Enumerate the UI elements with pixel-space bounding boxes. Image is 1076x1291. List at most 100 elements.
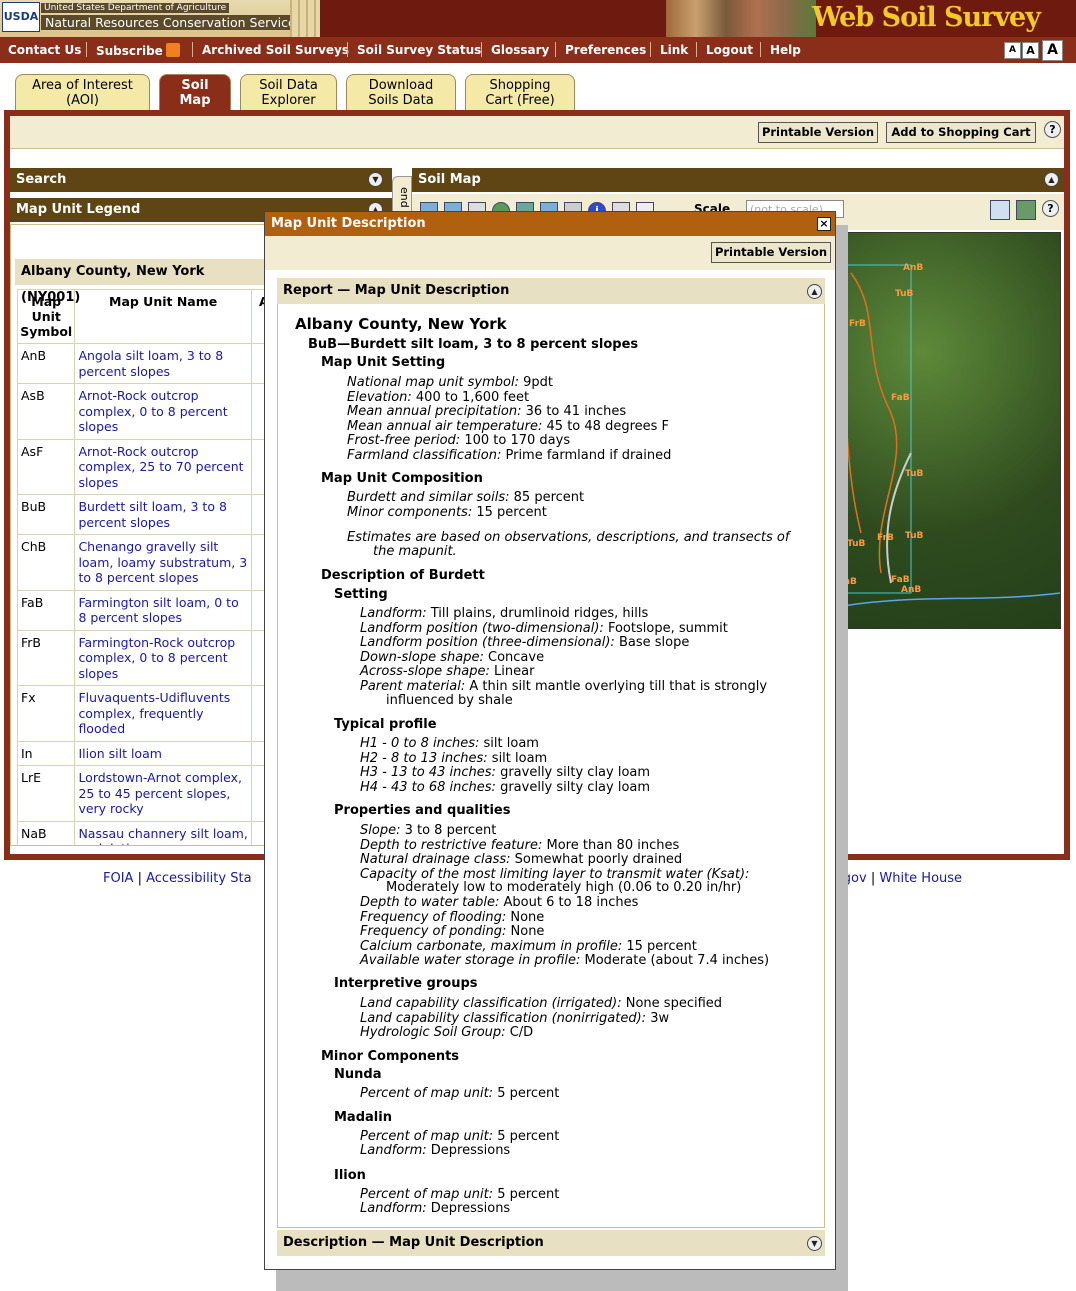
printable-version-button[interactable]: Printable Version (711, 242, 831, 263)
tab-download-soils-data[interactable]: Download Soils Data (346, 74, 456, 110)
report-line: Percent of map unit: 5 percent (360, 1187, 559, 1202)
site-header: USDA United States Department of Agricul… (0, 0, 1076, 37)
report-text: 5 percent (497, 1129, 560, 1144)
usda-logo[interactable]: USDA (2, 2, 40, 32)
map-unit-symbol: FaB (16, 589, 76, 631)
section-heading: Map Unit Composition (321, 471, 483, 486)
nav-soil-survey-status[interactable]: Soil Survey Status (357, 43, 481, 57)
expand-icon[interactable]: ▼ (368, 172, 383, 187)
map-unit-name-link[interactable]: Arnot-Rock outcrop complex, 25 to 70 per… (78, 444, 243, 490)
nav-archived-soil-surveys[interactable]: Archived Soil Surveys (202, 43, 349, 57)
nav-help[interactable]: Help (770, 43, 801, 57)
report-text: None (510, 909, 545, 925)
report-line: Farmland classification: Prime farmland … (347, 448, 671, 463)
footer-link-accessibility[interactable]: Accessibility Sta (146, 871, 251, 886)
legend-toggle-icon[interactable] (990, 200, 1010, 220)
map-unit-name-link[interactable]: Lordstown-Arnot complex, 25 to 45 percen… (78, 770, 242, 816)
close-icon[interactable]: × (817, 217, 831, 231)
report-text: Natural drainage class: (360, 852, 511, 867)
collapse-icon[interactable]: ▲ (1044, 172, 1059, 187)
map-unit-symbol: AsF (16, 438, 76, 495)
font-size-large-button[interactable]: A (1042, 40, 1063, 61)
printable-version-button[interactable]: Printable Version (758, 122, 878, 143)
report-text: H4 - 43 to 68 inches: (360, 779, 496, 795)
tab-shopping-cart[interactable]: Shopping Cart (Free) (465, 74, 575, 110)
footer-link-white-house[interactable]: White House (879, 871, 962, 886)
tab-label: Soils Data (368, 93, 434, 108)
tab-label: Soil (181, 78, 209, 93)
report-line: the mapunit. (373, 544, 457, 559)
subsection-heading: Typical profile (334, 717, 437, 732)
soil-map-image[interactable]: AnB TuB FrB FaB TuB TuB FrB TuB ChB FaB … (830, 232, 1061, 629)
map-unit-name-link[interactable]: Nassau channery silt loam, undulating (78, 826, 247, 846)
report-line: Mean annual air temperature: 45 to 48 de… (347, 419, 669, 434)
font-size-small-button[interactable]: A (1004, 42, 1021, 59)
map-label: TuB (895, 289, 914, 299)
search-panel-header[interactable]: Search ▼ (10, 168, 392, 192)
help-icon[interactable]: ? (1042, 200, 1059, 217)
report-text: 100 to 170 days (464, 433, 571, 448)
subsection-heading: Properties and qualities (334, 803, 511, 818)
map-layers-icon[interactable] (1016, 200, 1036, 220)
add-to-shopping-cart-button[interactable]: Add to Shopping Cart (886, 122, 1036, 143)
expand-icon[interactable]: ▼ (807, 1236, 822, 1251)
map-unit-title: BuB—Burdett silt loam, 3 to 8 percent sl… (308, 337, 639, 352)
map-unit-name-link[interactable]: Burdett silt loam, 3 to 8 percent slopes (78, 499, 226, 530)
report-text: Moderate (about 7.4 inches) (584, 953, 770, 968)
nav-subscribe[interactable]: Subscribe (96, 43, 180, 58)
nav-contact-us[interactable]: Contact Us (8, 43, 81, 57)
nav-preferences[interactable]: Preferences (565, 43, 646, 57)
description-section-header[interactable]: Description — Map Unit Description ▼ (277, 1230, 825, 1256)
nav-glossary[interactable]: Glossary (491, 43, 549, 57)
soil-map-panel-header[interactable]: Soil Map ▲ (412, 168, 1064, 192)
map-overlay (831, 264, 1060, 609)
map-unit-name-cell: Arnot-Rock outcrop complex, 0 to 8 perce… (74, 383, 252, 440)
nav-link[interactable]: Link (660, 43, 688, 57)
map-label: FrB (849, 319, 866, 329)
column-header-symbol[interactable]: Map Unit Symbol (16, 289, 76, 344)
report-text: 3 to 8 percent (404, 823, 497, 838)
tab-area-of-interest[interactable]: Area of Interest (AOI) (15, 74, 150, 110)
dialog-title-bar[interactable]: Map Unit Description × (265, 212, 835, 236)
report-text: 3w (650, 1010, 670, 1026)
report-line: Hydrologic Soil Group: C/D (360, 1025, 533, 1040)
report-text: None (510, 924, 545, 939)
report-section-header[interactable]: Report — Map Unit Description ▲ (277, 278, 825, 304)
report-text: silt loam (491, 750, 548, 766)
font-size-medium-button[interactable]: A (1022, 42, 1039, 59)
ruler-decoration (290, 0, 320, 37)
report-text: influenced by shale (386, 693, 513, 708)
footer-left: FOIA | Accessibility Sta (103, 871, 252, 886)
help-icon[interactable]: ? (1044, 121, 1061, 138)
table-row: NaBNassau channery silt loam, undulating (16, 820, 278, 846)
tab-soil-map[interactable]: Soil Map (159, 74, 231, 112)
map-unit-name-link[interactable]: Angola silt loam, 3 to 8 percent slopes (78, 348, 223, 379)
collapse-icon[interactable]: ▲ (807, 284, 822, 299)
nav-logout[interactable]: Logout (706, 43, 753, 57)
table-row: AsF Arnot-Rock outcrop complex, 25 to 70 … (16, 438, 278, 495)
report-section-title: Report — Map Unit Description (283, 283, 510, 298)
map-unit-name-cell: Farmington silt loam, 0 to 8 percent slo… (74, 589, 252, 631)
map-unit-symbol: BuB (16, 494, 76, 535)
column-header-name[interactable]: Map Unit Name (74, 289, 252, 344)
section-heading: Map Unit Composition (321, 471, 483, 486)
map-unit-description-dialog: Map Unit Description × Printable Version… (264, 211, 836, 1270)
tab-label: Shopping (489, 78, 551, 93)
map-unit-name-link[interactable]: Farmington-Rock outcrop complex, 0 to 8 … (78, 635, 235, 681)
rss-icon[interactable] (165, 43, 180, 57)
map-unit-name-link[interactable]: Arnot-Rock outcrop complex, 0 to 8 perce… (78, 388, 227, 434)
search-panel-title: Search (16, 172, 67, 187)
map-unit-name-link[interactable]: Fluvaquents-Udifluvents complex, frequen… (78, 690, 230, 736)
report-text: 15 percent (476, 504, 547, 520)
map-unit-name-link[interactable]: Ilion silt loam (78, 746, 161, 761)
footer-link-foia[interactable]: FOIA (103, 871, 133, 886)
soil-photo-strip (666, 0, 816, 37)
report-text: Percent of map unit: (360, 1086, 494, 1101)
map-unit-name-link[interactable]: Chenango gravelly silt loam, loamy subst… (78, 539, 247, 585)
report-line: Mean annual precipitation: 36 to 41 inch… (347, 404, 626, 419)
report-line: Estimates are based on observations, des… (347, 530, 789, 545)
legend-table: Map Unit Symbol Map Unit Name A AnBAngol… (16, 289, 278, 846)
report-text: Mean annual precipitation: (347, 404, 522, 419)
map-unit-name-link[interactable]: Farmington silt loam, 0 to 8 percent slo… (78, 595, 238, 626)
tab-soil-data-explorer[interactable]: Soil Data Explorer (240, 74, 337, 110)
